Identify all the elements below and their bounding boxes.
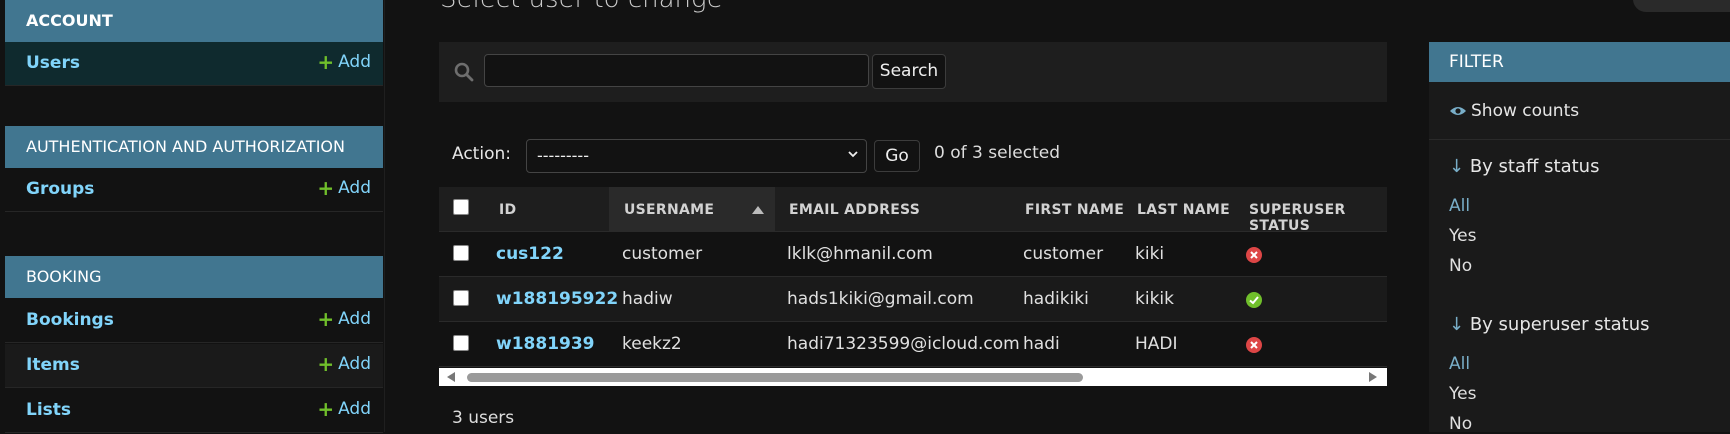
sidebar-item-users[interactable]: Users + Add (5, 42, 383, 86)
email-cell: hads1kiki@gmail.com (787, 289, 974, 309)
last-name-cell: HADI (1135, 334, 1178, 354)
plus-icon: + (317, 352, 335, 376)
row-checkbox[interactable] (453, 335, 469, 351)
username-cell: customer (622, 244, 703, 264)
selection-counter: 0 of 3 selected (934, 143, 1060, 163)
filter-option-superuser-yes[interactable]: Yes (1449, 384, 1476, 404)
show-counts-label: Show counts (1471, 101, 1580, 121)
sidebar-item-groups[interactable]: Groups + Add (5, 168, 383, 212)
row-checkbox[interactable] (453, 245, 469, 261)
action-select[interactable]: --------- (526, 139, 867, 173)
column-header-first-name[interactable]: FIRST NAME (1025, 202, 1124, 218)
add-lists-link[interactable]: + Add (317, 399, 371, 419)
filter-option-superuser-all[interactable]: All (1449, 354, 1470, 374)
sidebar-nav: ACCOUNT Users + Add AUTHENTICATION AND A… (0, 0, 385, 433)
table-row: cus122 customer lklk@hmanil.com customer… (439, 232, 1387, 277)
sidebar-item-lists[interactable]: Lists + Add (5, 389, 383, 433)
filter-heading-staff-status[interactable]: ↓ By staff status (1449, 156, 1599, 177)
table-row: w188195922 hadiw hads1kiki@gmail.com had… (439, 277, 1387, 322)
first-name-cell: hadikiki (1023, 289, 1089, 309)
filter-option-staff-no[interactable]: No (1449, 256, 1472, 276)
filter-option-staff-all[interactable]: All (1449, 196, 1470, 216)
add-label: Add (338, 52, 371, 72)
column-header-username[interactable]: USERNAME (624, 202, 714, 218)
filter-heading-staff-label: By staff status (1469, 156, 1600, 177)
sidebar-item-bookings[interactable]: Bookings + Add (5, 299, 383, 343)
search-toolbar: Search (439, 42, 1387, 102)
column-header-email[interactable]: EMAIL ADDRESS (789, 202, 920, 218)
sidebar-item-groups-label[interactable]: Groups (26, 179, 94, 199)
result-count: 3 users (452, 408, 515, 428)
action-label: Action: (452, 144, 511, 164)
sidebar-item-bookings-label[interactable]: Bookings (26, 310, 114, 330)
filter-caption: FILTER (1429, 42, 1730, 82)
eye-icon (1450, 107, 1466, 115)
column-header-last-name[interactable]: LAST NAME (1137, 202, 1230, 218)
arrow-down-icon: ↓ (1449, 156, 1465, 177)
search-button[interactable]: Search (872, 54, 946, 89)
search-icon (454, 62, 474, 82)
yes-status-icon (1246, 292, 1262, 308)
user-id-link[interactable]: w188195922 (496, 289, 618, 309)
show-counts-link[interactable]: Show counts (1449, 101, 1579, 121)
add-user-button[interactable] (1633, 0, 1730, 12)
filter-option-superuser-no[interactable]: No (1449, 414, 1472, 434)
row-checkbox[interactable] (453, 290, 469, 306)
chevron-down-icon (848, 151, 858, 158)
plus-icon: + (317, 397, 335, 421)
action-select-value: --------- (537, 146, 589, 165)
filter-heading-superuser-status[interactable]: ↓ By superuser status (1449, 314, 1650, 335)
add-label: Add (338, 178, 371, 198)
sidebar-item-lists-label[interactable]: Lists (26, 400, 71, 420)
no-status-icon (1246, 247, 1262, 263)
column-header-superuser-status[interactable]: SUPERUSER STATUS (1249, 202, 1387, 234)
go-button[interactable]: Go (874, 140, 920, 172)
scrollbar-thumb[interactable] (467, 373, 1083, 382)
select-all-checkbox[interactable] (453, 199, 469, 215)
add-label: Add (338, 399, 371, 419)
first-name-cell: customer (1023, 244, 1104, 264)
add-groups-link[interactable]: + Add (317, 178, 371, 198)
user-id-link[interactable]: cus122 (496, 244, 564, 264)
sort-ascending-icon[interactable] (752, 206, 764, 214)
first-name-cell: hadi (1023, 334, 1060, 354)
username-cell: hadiw (622, 289, 673, 309)
add-label: Add (338, 354, 371, 374)
plus-icon: + (317, 50, 335, 74)
scroll-left-arrow-icon[interactable] (447, 372, 455, 382)
page-title: Select user to change (440, 0, 723, 14)
add-items-link[interactable]: + Add (317, 354, 371, 374)
plus-icon: + (317, 176, 335, 200)
no-status-icon (1246, 337, 1262, 353)
arrow-down-icon: ↓ (1449, 314, 1465, 335)
module-caption-booking[interactable]: BOOKING (5, 256, 383, 298)
add-users-link[interactable]: + Add (317, 52, 371, 72)
add-bookings-link[interactable]: + Add (317, 309, 371, 329)
column-header-id[interactable]: ID (499, 202, 516, 218)
last-name-cell: kikik (1135, 289, 1174, 309)
filter-divider (1429, 139, 1730, 140)
table-row: w1881939 keekz2 hadi71323599@icloud.com … (439, 322, 1387, 367)
module-caption-auth[interactable]: AUTHENTICATION AND AUTHORIZATION (5, 126, 383, 168)
results-table-header: ID USERNAME EMAIL ADDRESS FIRST NAME LAS… (439, 187, 1387, 234)
module-caption-account[interactable]: ACCOUNT (5, 0, 383, 42)
filter-heading-superuser-label: By superuser status (1469, 314, 1650, 335)
scroll-right-arrow-icon[interactable] (1369, 372, 1377, 382)
username-cell: keekz2 (622, 334, 682, 354)
email-cell: lklk@hmanil.com (787, 244, 933, 264)
search-input[interactable] (484, 54, 869, 87)
plus-icon: + (317, 307, 335, 331)
sidebar-item-items-label[interactable]: Items (26, 355, 80, 375)
horizontal-scrollbar[interactable] (439, 368, 1387, 386)
add-label: Add (338, 309, 371, 329)
filter-option-staff-yes[interactable]: Yes (1449, 226, 1476, 246)
user-id-link[interactable]: w1881939 (496, 334, 595, 354)
last-name-cell: kiki (1135, 244, 1165, 264)
sidebar-item-items[interactable]: Items + Add (5, 344, 383, 388)
sidebar-item-users-label[interactable]: Users (26, 53, 80, 73)
email-cell: hadi71323599@icloud.com (787, 334, 1020, 354)
filter-panel: FILTER Show counts ↓ By staff status All… (1429, 42, 1730, 434)
